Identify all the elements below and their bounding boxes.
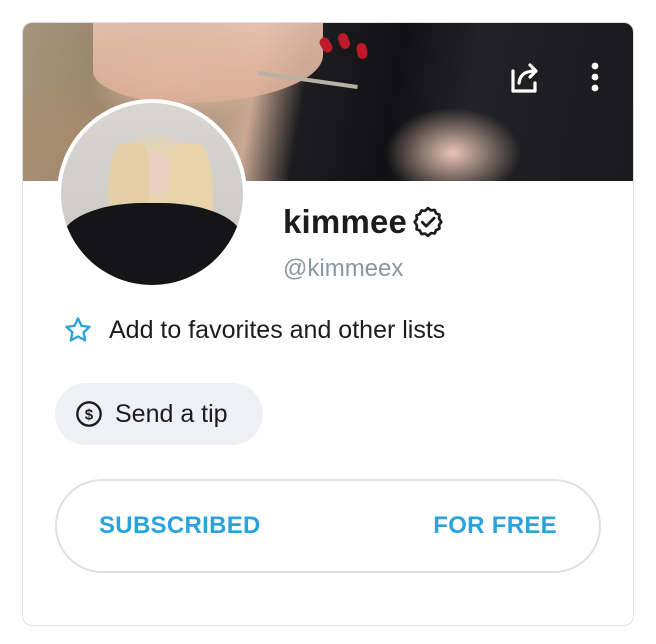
subscription-status: SUBSCRIBED — [99, 512, 261, 539]
cover-photo-detail — [336, 31, 352, 51]
profile-name[interactable]: kimmee — [283, 203, 407, 241]
share-button[interactable] — [505, 57, 545, 97]
share-icon — [511, 63, 538, 93]
add-to-favorites-button[interactable]: Add to favorites and other lists — [63, 315, 445, 345]
send-tip-button[interactable]: $ Send a tip — [55, 383, 263, 445]
more-options-button[interactable] — [575, 57, 615, 97]
dollar-circle-icon: $ — [76, 401, 102, 427]
send-tip-label: Send a tip — [115, 399, 228, 428]
profile-handle[interactable]: @kimmeex — [283, 255, 403, 283]
cover-photo-subject — [93, 23, 323, 103]
profile-card: kimmee @kimmeex Add to favorites and oth… — [22, 22, 634, 626]
star-outline-icon — [65, 317, 91, 342]
avatar[interactable] — [57, 99, 247, 289]
avatar-photo-detail — [61, 203, 243, 285]
subscribe-button[interactable]: SUBSCRIBED FOR FREE — [55, 479, 601, 573]
more-vertical-icon — [591, 62, 599, 92]
favorites-label: Add to favorites and other lists — [109, 315, 446, 344]
svg-text:$: $ — [85, 406, 94, 423]
verified-badge-icon — [413, 206, 443, 238]
subscription-price: FOR FREE — [433, 512, 557, 539]
cover-photo-detail — [355, 42, 369, 60]
profile-name-row: kimmee — [283, 203, 445, 241]
